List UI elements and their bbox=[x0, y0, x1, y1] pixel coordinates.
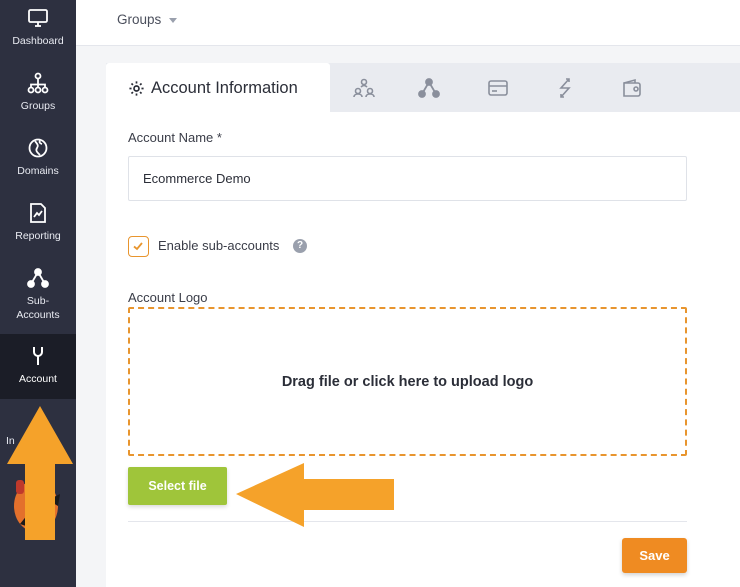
sidebar-item-label: Sub- Accounts bbox=[16, 295, 60, 321]
groups-dropdown[interactable]: Groups bbox=[117, 12, 178, 27]
sidebar-item-label: Reporting bbox=[15, 230, 61, 242]
globe-icon bbox=[28, 138, 48, 158]
sidebar-item-domains[interactable]: Domains bbox=[0, 136, 76, 200]
sidebar-item-account[interactable]: Account bbox=[0, 334, 76, 399]
check-icon bbox=[133, 242, 143, 251]
divider bbox=[128, 521, 687, 522]
enable-sub-accounts-label: Enable sub-accounts bbox=[158, 238, 280, 253]
save-button[interactable]: Save bbox=[622, 538, 687, 573]
hierarchy-icon bbox=[27, 72, 49, 94]
sidebar-item-partial[interactable]: In bbox=[0, 406, 76, 447]
sync-arrows-icon[interactable] bbox=[553, 76, 577, 100]
chevron-down-icon bbox=[169, 18, 178, 23]
logo-upload-dropzone[interactable]: Drag file or click here to upload logo bbox=[128, 307, 687, 456]
tab-label: Account Information bbox=[151, 78, 298, 97]
gear-icon bbox=[129, 80, 144, 96]
wallet-icon[interactable] bbox=[620, 76, 644, 100]
sidebar: Dashboard Groups Domains Reporting Sub- … bbox=[0, 0, 76, 587]
dropzone-text: Drag file or click here to upload logo bbox=[281, 373, 534, 390]
sub-accounts-icon bbox=[27, 268, 49, 288]
sidebar-item-label: In bbox=[6, 435, 15, 447]
tab-account-information[interactable]: Account Information bbox=[106, 63, 330, 113]
enable-sub-accounts-checkbox[interactable] bbox=[128, 236, 149, 257]
account-name-label: Account Name * bbox=[128, 130, 222, 145]
sidebar-item-dashboard[interactable]: Dashboard bbox=[0, 6, 76, 70]
help-icon[interactable]: ? bbox=[293, 239, 307, 253]
sidebar-item-label: Domains bbox=[17, 165, 59, 177]
report-icon bbox=[30, 203, 46, 223]
sidebar-item-label: Account bbox=[19, 373, 57, 385]
wrench-icon bbox=[33, 347, 43, 365]
account-name-input[interactable] bbox=[128, 156, 687, 201]
sidebar-item-reporting[interactable]: Reporting bbox=[0, 201, 76, 265]
credit-card-icon[interactable] bbox=[486, 76, 510, 100]
account-logo-label: Account Logo bbox=[128, 290, 208, 305]
monitor-icon bbox=[28, 9, 48, 27]
groups-dropdown-label: Groups bbox=[117, 12, 162, 27]
sidebar-item-groups[interactable]: Groups bbox=[0, 71, 76, 135]
share-nodes-icon[interactable] bbox=[417, 76, 441, 100]
sidebar-item-label: Dashboard bbox=[12, 35, 64, 47]
sidebar-item-sub-accounts[interactable]: Sub- Accounts bbox=[0, 266, 76, 334]
select-file-button[interactable]: Select file bbox=[128, 467, 227, 505]
users-icon[interactable] bbox=[352, 76, 376, 100]
sidebar-item-label: Groups bbox=[20, 100, 56, 112]
top-bar: Groups bbox=[76, 0, 740, 46]
